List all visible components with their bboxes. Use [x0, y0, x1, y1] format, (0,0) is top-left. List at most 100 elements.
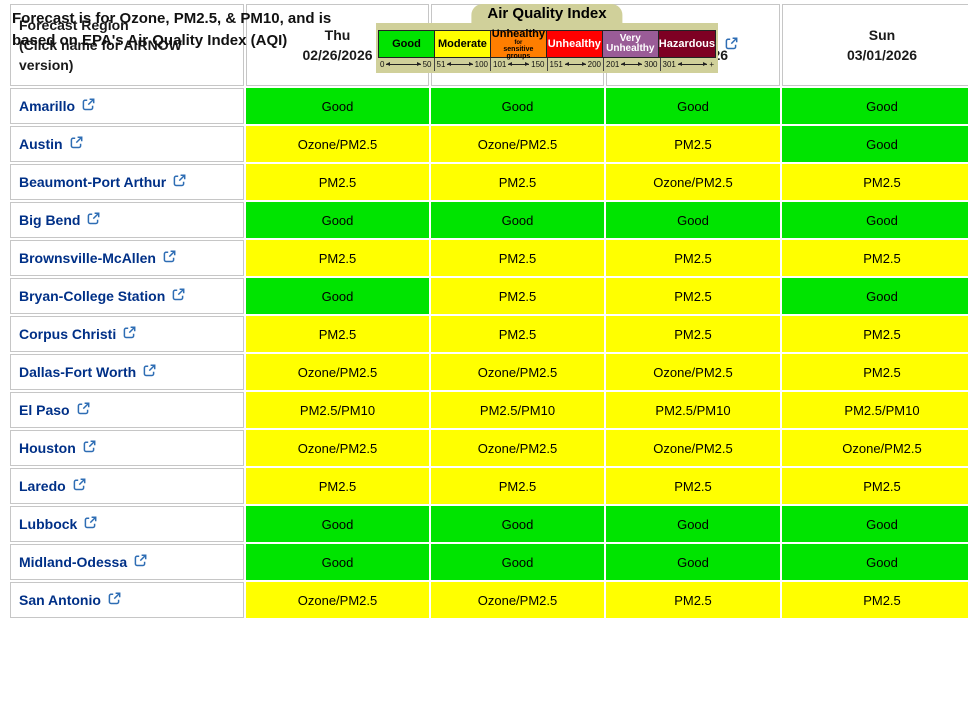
forecast-cell-moderate: PM2.5	[606, 468, 780, 504]
table-row-midland-odessa: Midland-OdessaGoodGoodGoodGood	[10, 544, 968, 580]
external-link-icon	[133, 553, 148, 571]
forecast-cell-moderate: PM2.5	[246, 240, 429, 276]
aqi-legend-title: Air Quality Index	[471, 4, 622, 28]
forecast-cell-good: Good	[431, 544, 604, 580]
region-link-brownsville-mcallen[interactable]: Brownsville-McAllen	[19, 249, 177, 267]
forecast-cell-moderate: Ozone/PM2.5	[431, 354, 604, 390]
region-cell: Lubbock	[10, 506, 244, 542]
forecast-cell-moderate: PM2.5	[246, 164, 429, 200]
table-row-big-bend: Big BendGoodGoodGoodGood	[10, 202, 968, 238]
table-row-amarillo: AmarilloGoodGoodGoodGood	[10, 88, 968, 124]
region-cell: Amarillo	[10, 88, 244, 124]
external-link-icon	[83, 515, 98, 533]
page-title: Forecast is for Ozone, PM2.5, & PM10, an…	[12, 8, 362, 52]
forecast-cell-good: Good	[246, 202, 429, 238]
region-name: Lubbock	[19, 516, 77, 532]
forecast-cell-moderate: PM2.5	[606, 316, 780, 352]
external-link-icon[interactable]	[724, 36, 739, 56]
region-cell: Corpus Christi	[10, 316, 244, 352]
forecast-cell-good: Good	[782, 88, 968, 124]
region-link-laredo[interactable]: Laredo	[19, 477, 87, 495]
aqi-legend-strip: GoodModerateUnhealthyforsensitive groups…	[376, 23, 718, 73]
forecast-cell-moderate: PM2.5	[431, 278, 604, 314]
table-row-houston: HoustonOzone/PM2.5Ozone/PM2.5Ozone/PM2.5…	[10, 430, 968, 466]
region-link-beaumont-port-arthur[interactable]: Beaumont-Port Arthur	[19, 173, 187, 191]
forecast-cell-good: Good	[782, 278, 968, 314]
forecast-cell-moderate: Ozone/PM2.5	[606, 164, 780, 200]
forecast-cell-moderate: PM2.5/PM10	[246, 392, 429, 428]
forecast-cell-good: Good	[606, 544, 780, 580]
external-link-icon	[72, 477, 87, 495]
table-row-laredo: LaredoPM2.5PM2.5PM2.5PM2.5	[10, 468, 968, 504]
forecast-cell-moderate: PM2.5/PM10	[606, 392, 780, 428]
table-row-san-antonio: San AntonioOzone/PM2.5Ozone/PM2.5PM2.5PM…	[10, 582, 968, 618]
aqi-category-hazardous: Hazardous	[658, 30, 716, 58]
region-link-midland-odessa[interactable]: Midland-Odessa	[19, 553, 148, 571]
region-name: Midland-Odessa	[19, 554, 127, 570]
forecast-table-body: AmarilloGoodGoodGoodGoodAustinOzone/PM2.…	[10, 88, 968, 618]
table-row-el-paso: El PasoPM2.5/PM10PM2.5/PM10PM2.5/PM10PM2…	[10, 392, 968, 428]
region-link-san-antonio[interactable]: San Antonio	[19, 591, 122, 609]
region-name: El Paso	[19, 402, 70, 418]
forecast-cell-moderate: Ozone/PM2.5	[246, 582, 429, 618]
forecast-cell-moderate: PM2.5	[431, 164, 604, 200]
col-header-sun: Sun03/01/2026	[782, 4, 968, 86]
external-link-icon	[86, 211, 101, 229]
aqi-category-moderate: Moderate	[434, 30, 491, 58]
region-name: Dallas-Fort Worth	[19, 364, 136, 380]
forecast-cell-good: Good	[246, 544, 429, 580]
external-link-icon	[81, 97, 96, 115]
region-link-el-paso[interactable]: El Paso	[19, 401, 91, 419]
forecast-cell-moderate: PM2.5	[782, 164, 968, 200]
aqi-category-unhealthy: Unhealthy	[546, 30, 603, 58]
region-link-corpus-christi[interactable]: Corpus Christi	[19, 325, 137, 343]
aqi-range-301: 301+	[660, 58, 717, 71]
forecast-cell-good: Good	[606, 88, 780, 124]
region-cell: Midland-Odessa	[10, 544, 244, 580]
forecast-cell-moderate: Ozone/PM2.5	[606, 430, 780, 466]
forecast-cell-moderate: PM2.5	[606, 582, 780, 618]
forecast-cell-good: Good	[431, 506, 604, 542]
forecast-cell-good: Good	[246, 88, 429, 124]
aqi-category-very-unhealthy: Very Unhealthy	[602, 30, 659, 58]
aqi-category-unhealthy-sg: Unhealthyforsensitive groups	[490, 30, 547, 58]
region-link-lubbock[interactable]: Lubbock	[19, 515, 98, 533]
forecast-cell-moderate: PM2.5/PM10	[782, 392, 968, 428]
external-link-icon	[107, 591, 122, 609]
region-cell: Bryan-College Station	[10, 278, 244, 314]
forecast-cell-good: Good	[782, 544, 968, 580]
aqi-legend-boxes: GoodModerateUnhealthyforsensitive groups…	[378, 30, 716, 58]
region-name: Laredo	[19, 478, 66, 494]
table-row-austin: AustinOzone/PM2.5Ozone/PM2.5PM2.5Good	[10, 126, 968, 162]
external-link-icon	[82, 439, 97, 457]
external-link-icon	[172, 173, 187, 191]
external-link-icon	[69, 135, 84, 153]
region-cell: San Antonio	[10, 582, 244, 618]
forecast-cell-moderate: PM2.5	[246, 468, 429, 504]
forecast-cell-moderate: PM2.5	[782, 316, 968, 352]
forecast-cell-moderate: Ozone/PM2.5	[431, 126, 604, 162]
region-cell: Beaumont-Port Arthur	[10, 164, 244, 200]
external-link-icon	[162, 249, 177, 267]
table-row-dallas-fort-worth: Dallas-Fort WorthOzone/PM2.5Ozone/PM2.5O…	[10, 354, 968, 390]
forecast-cell-moderate: Ozone/PM2.5	[246, 126, 429, 162]
table-row-bryan-college-station: Bryan-College StationGoodPM2.5PM2.5Good	[10, 278, 968, 314]
table-row-beaumont-port-arthur: Beaumont-Port ArthurPM2.5PM2.5Ozone/PM2.…	[10, 164, 968, 200]
forecast-cell-moderate: PM2.5	[431, 316, 604, 352]
forecast-cell-good: Good	[782, 506, 968, 542]
region-link-big-bend[interactable]: Big Bend	[19, 211, 101, 229]
region-link-dallas-fort-worth[interactable]: Dallas-Fort Worth	[19, 363, 157, 381]
table-row-brownsville-mcallen: Brownsville-McAllenPM2.5PM2.5PM2.5PM2.5	[10, 240, 968, 276]
aqi-range-201: 201300	[603, 58, 660, 71]
region-name: Beaumont-Port Arthur	[19, 174, 166, 190]
region-name: San Antonio	[19, 592, 101, 608]
region-name: Bryan-College Station	[19, 288, 165, 304]
region-link-bryan-college-station[interactable]: Bryan-College Station	[19, 287, 186, 305]
region-link-austin[interactable]: Austin	[19, 135, 84, 153]
region-name: Houston	[19, 440, 76, 456]
forecast-cell-moderate: PM2.5	[606, 240, 780, 276]
region-link-amarillo[interactable]: Amarillo	[19, 97, 96, 115]
aqi-legend: Air Quality Index GoodModerateUnhealthyf…	[376, 4, 739, 73]
forecast-cell-moderate: Ozone/PM2.5	[431, 582, 604, 618]
region-link-houston[interactable]: Houston	[19, 439, 97, 457]
